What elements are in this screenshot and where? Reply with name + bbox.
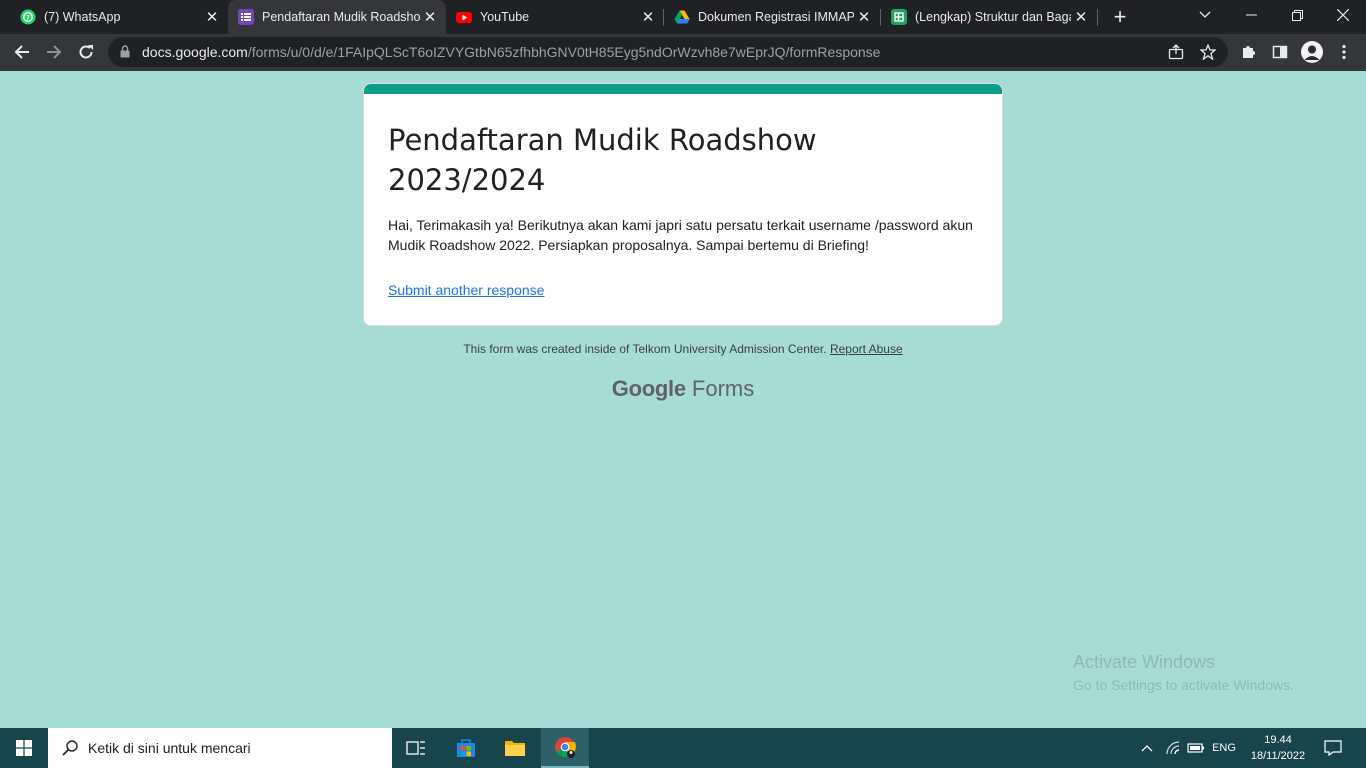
- card-accent-bar: [364, 84, 1002, 94]
- windows-logo-icon: [16, 740, 32, 756]
- battery-icon: [1187, 743, 1204, 753]
- watermark-title: Activate Windows: [1073, 652, 1216, 672]
- close-tab-icon[interactable]: ✕: [854, 7, 874, 27]
- google-sheets-icon: [891, 9, 907, 25]
- taskbar-search-box[interactable]: Ketik di sini untuk mencari: [48, 728, 392, 768]
- tab-separator: [1097, 9, 1098, 26]
- browser-toolbar: docs.google.com/forms/u/0/d/e/1FAIpQLScT…: [0, 34, 1366, 71]
- close-tab-icon[interactable]: ✕: [1071, 7, 1091, 27]
- close-tab-icon[interactable]: ✕: [202, 7, 222, 27]
- share-icon[interactable]: [1164, 40, 1188, 64]
- arrow-right-icon: [47, 45, 62, 59]
- start-button[interactable]: [0, 728, 48, 768]
- watermark-subtitle: Go to Settings to activate Windows.: [1073, 677, 1294, 693]
- network-status[interactable]: [1162, 728, 1186, 768]
- wifi-icon: [1166, 741, 1180, 755]
- form-footer-note: This form was created inside of Telkom U…: [0, 342, 1366, 356]
- google-forms-logo[interactable]: Google Forms: [0, 376, 1366, 402]
- google-forms-icon: [238, 9, 254, 25]
- arrow-left-icon: [14, 45, 29, 59]
- clock-date: 18/11/2022: [1250, 750, 1306, 762]
- reload-icon: [79, 45, 93, 59]
- task-view-button[interactable]: [392, 728, 440, 768]
- chevron-up-icon: [1141, 745, 1153, 752]
- microsoft-store-button[interactable]: [442, 728, 490, 768]
- google-wordmark: Google: [611, 376, 686, 401]
- tab-title: YouTube: [480, 10, 530, 24]
- forward-button[interactable]: [40, 38, 68, 66]
- show-hidden-icons[interactable]: [1136, 728, 1158, 768]
- reload-button[interactable]: [72, 38, 100, 66]
- tab-search-button[interactable]: [1182, 0, 1228, 30]
- close-window-button[interactable]: [1320, 0, 1366, 30]
- input-language[interactable]: ENG: [1208, 728, 1240, 768]
- search-placeholder: Ketik di sini untuk mencari: [88, 740, 251, 756]
- clock-time: 19.44: [1264, 734, 1292, 746]
- report-abuse-link[interactable]: Report Abuse: [830, 342, 903, 356]
- notification-icon: [1324, 740, 1342, 756]
- battery-status[interactable]: [1186, 728, 1206, 768]
- confirmation-message: Hai, Terimakasih ya! Berikutnya akan kam…: [388, 217, 973, 253]
- tab-youtube[interactable]: YouTube ✕: [446, 0, 664, 34]
- close-tab-icon[interactable]: ✕: [638, 7, 658, 27]
- form-created-text: This form was created inside of Telkom U…: [463, 342, 827, 356]
- file-explorer-button[interactable]: [491, 728, 539, 768]
- extensions-puzzle-icon[interactable]: [1236, 40, 1260, 64]
- new-tab-button[interactable]: +: [1108, 4, 1132, 29]
- lock-icon[interactable]: [120, 45, 130, 63]
- minimize-button[interactable]: [1228, 0, 1274, 30]
- forms-wordmark: Forms: [691, 376, 755, 401]
- svg-text:7: 7: [26, 15, 30, 22]
- form-title: Pendaftaran Mudik Roadshow 2023/2024: [388, 123, 817, 197]
- chevron-down-icon: [1199, 11, 1211, 18]
- url-path: /forms/u/0/d/e/1FAIpQLScT6oIZVYGtbN65zfh…: [247, 44, 881, 60]
- form-response-card: Pendaftaran Mudik Roadshow 2023/2024 Hai…: [363, 83, 1003, 326]
- tab-title: (7) WhatsApp: [44, 10, 121, 24]
- activate-windows-watermark: Activate Windows Go to Settings to activ…: [1073, 652, 1294, 693]
- tab-title: (Lengkap) Struktur dan Bagan: [915, 10, 1071, 24]
- task-view-icon: [406, 741, 425, 755]
- tab-google-sheets[interactable]: (Lengkap) Struktur dan Bagan ✕: [881, 0, 1097, 34]
- restore-button[interactable]: [1274, 0, 1320, 30]
- tab-google-drive[interactable]: Dokumen Registrasi IMMAPA ✕: [664, 0, 880, 34]
- address-bar[interactable]: docs.google.com/forms/u/0/d/e/1FAIpQLScT…: [108, 37, 1228, 67]
- taskbar-clock[interactable]: 19.44 18/11/2022: [1240, 732, 1316, 764]
- restore-icon: [1291, 9, 1303, 21]
- tab-google-form[interactable]: Pendaftaran Mudik Roadshow 2023/2024 ✕: [228, 0, 446, 34]
- youtube-icon: [456, 9, 472, 25]
- windows-taskbar: Ketik di sini untuk mencari ENG 19.44 18…: [0, 728, 1366, 768]
- url-text: docs.google.com/forms/u/0/d/e/1FAIpQLScT…: [142, 44, 880, 60]
- notification-center[interactable]: [1318, 728, 1348, 768]
- chrome-taskbar-button[interactable]: [541, 728, 589, 768]
- search-icon: [62, 740, 78, 761]
- tab-title: Pendaftaran Mudik Roadshow 2023/2024: [262, 10, 420, 24]
- browser-tab-strip: 7 (7) WhatsApp ✕ Pendaftaran Mudik Roads…: [0, 0, 1366, 34]
- side-panel-icon[interactable]: [1268, 40, 1292, 64]
- minimize-icon: [1245, 14, 1257, 16]
- profile-avatar[interactable]: [1300, 40, 1324, 64]
- menu-kebab-icon[interactable]: [1332, 40, 1356, 64]
- whatsapp-icon: 7: [20, 9, 36, 25]
- bookmark-star-icon[interactable]: [1196, 40, 1220, 64]
- close-tab-icon[interactable]: ✕: [420, 7, 440, 27]
- chrome-icon: [555, 737, 576, 758]
- tab-title: Dokumen Registrasi IMMAPA: [698, 10, 854, 24]
- google-drive-icon: [674, 9, 690, 25]
- submit-another-response-link[interactable]: Submit another response: [388, 282, 544, 298]
- url-host: docs.google.com: [142, 44, 248, 60]
- folder-icon: [505, 741, 525, 756]
- microsoft-store-icon: [457, 739, 475, 757]
- close-icon: [1337, 9, 1349, 21]
- tab-whatsapp[interactable]: 7 (7) WhatsApp ✕: [0, 0, 228, 34]
- back-button[interactable]: [8, 38, 36, 66]
